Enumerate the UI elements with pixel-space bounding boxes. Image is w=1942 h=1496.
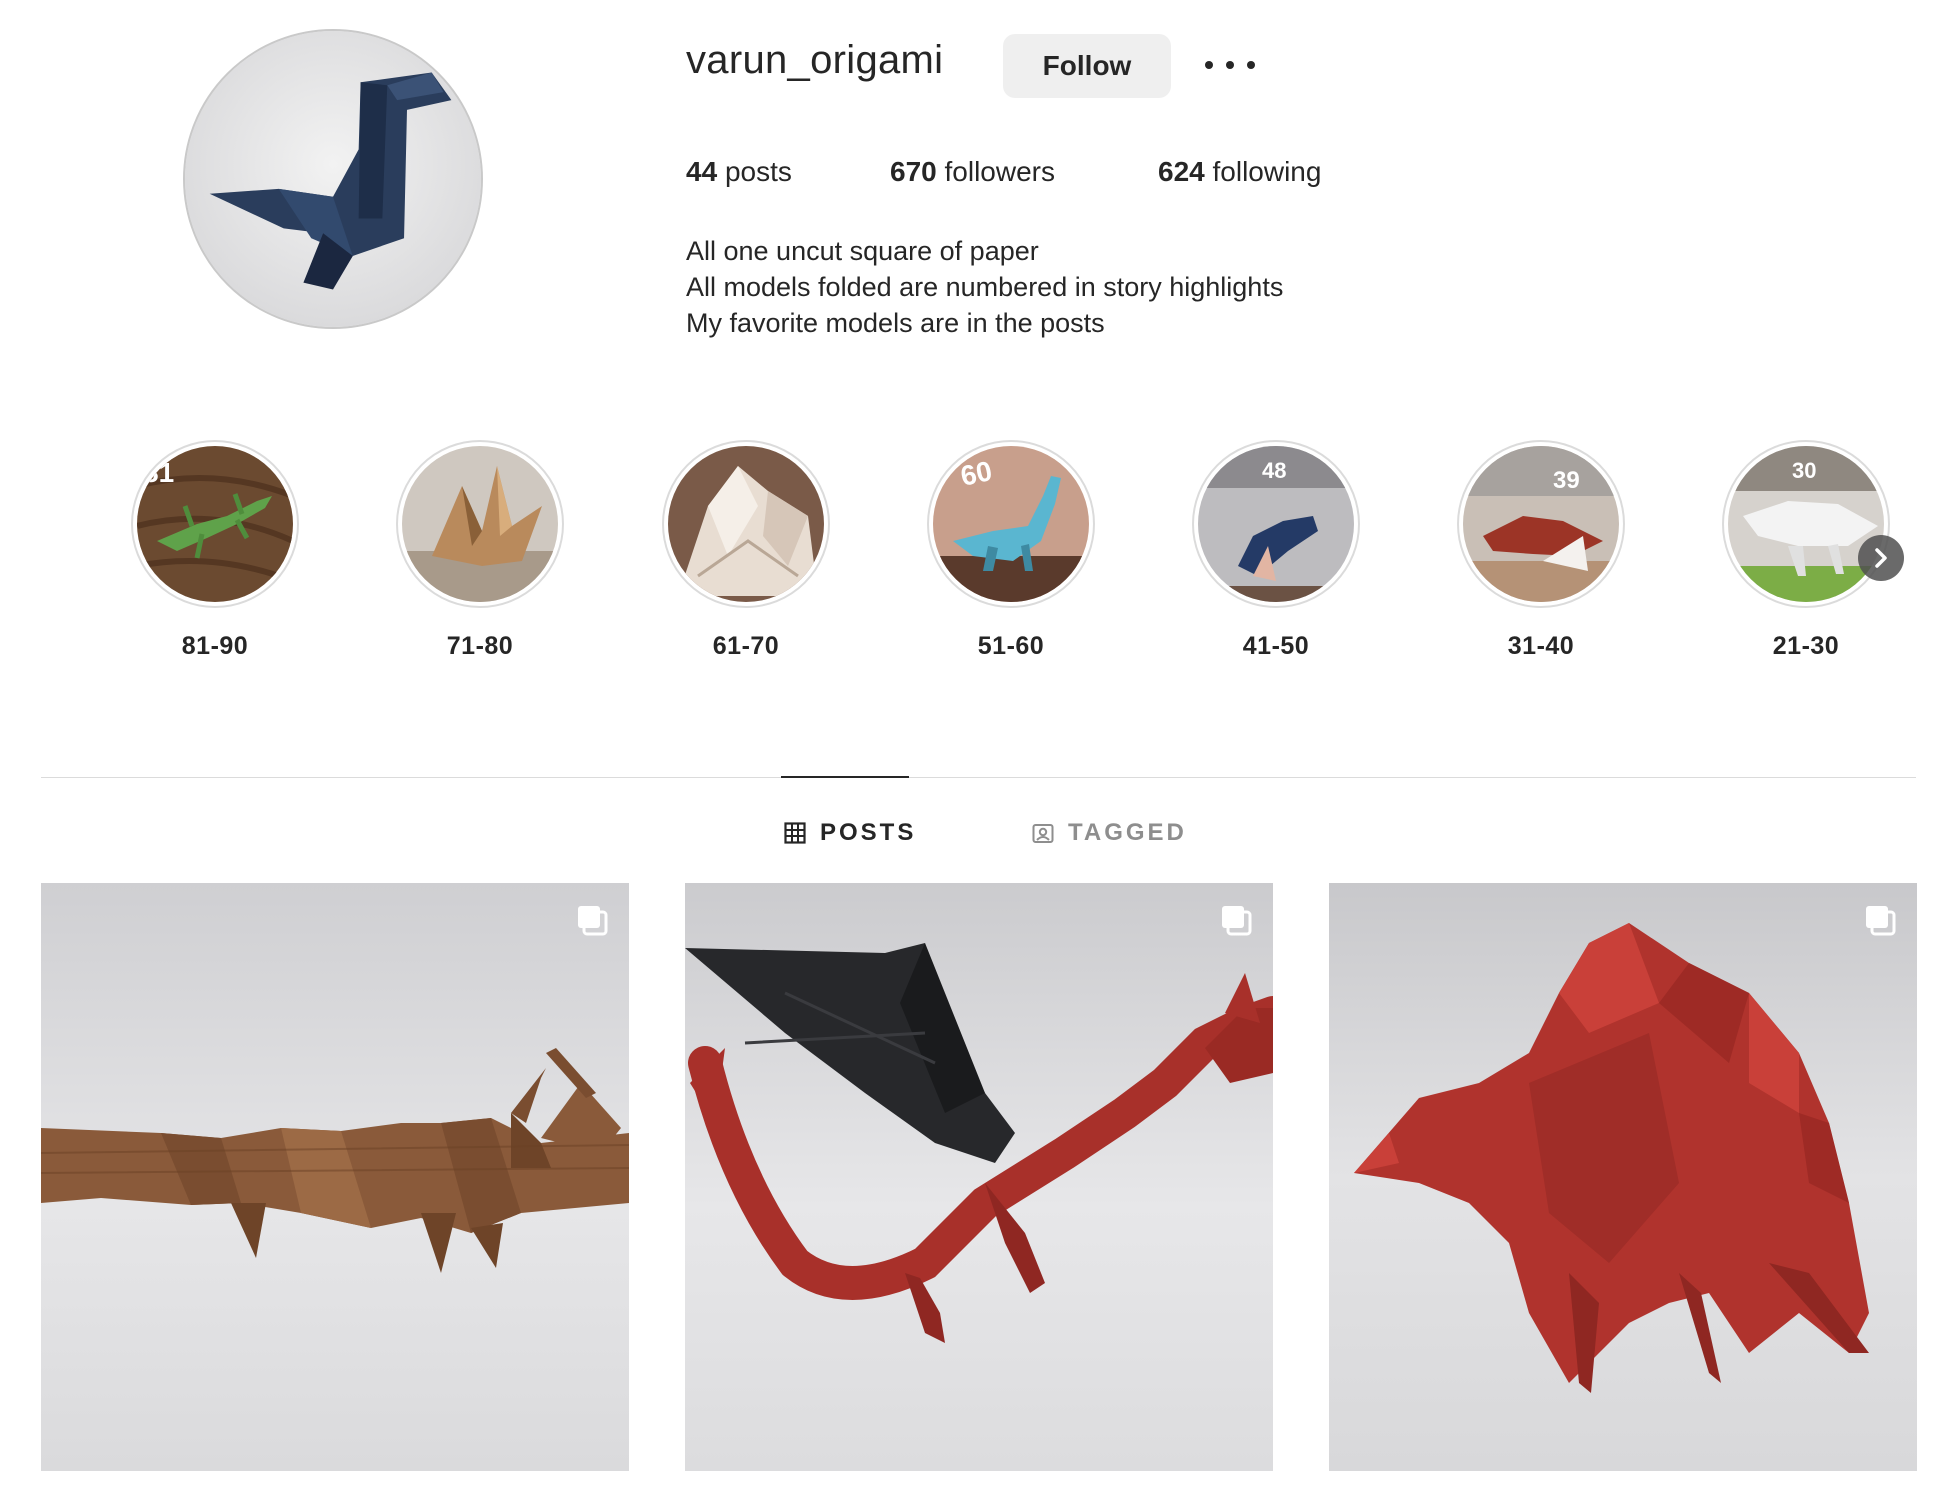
follow-button[interactable]: Follow <box>1003 34 1171 98</box>
post-image-brown-dragon <box>41 883 629 1471</box>
profile-avatar[interactable] <box>183 29 483 329</box>
post-image-red-stegosaurus <box>1329 883 1917 1471</box>
following-label: following <box>1212 156 1322 187</box>
tab-posts-label: POSTS <box>820 819 917 846</box>
carousel-icon <box>1866 906 1896 936</box>
highlight-61-70[interactable]: 61-70 <box>660 440 832 661</box>
post-thumbnail[interactable] <box>685 883 1273 1471</box>
highlight-label: 41-50 <box>1242 632 1310 660</box>
highlight-label: 61-70 <box>712 632 780 660</box>
avatar-image <box>185 31 481 327</box>
profile-username: varun_origami <box>686 38 944 82</box>
highlight-label: 31-40 <box>1507 632 1575 660</box>
highlight-badge: 60 <box>958 455 995 492</box>
post-image-red-dragon <box>685 883 1273 1471</box>
followers-label: followers <box>944 156 1055 187</box>
posts-count-stat[interactable]: 44 posts <box>686 156 792 188</box>
bio-line: All models folded are numbered in story … <box>686 272 1284 302</box>
tab-tagged[interactable]: TAGGED <box>1032 818 1187 848</box>
highlight-badge: 81 <box>143 457 174 488</box>
bio-line: My favorite models are in the posts <box>686 308 1105 338</box>
tabs-divider <box>41 777 1916 778</box>
tagged-user-icon <box>1032 824 1054 843</box>
carousel-icon <box>1222 906 1252 936</box>
highlight-badge: 30 <box>1792 458 1816 483</box>
highlight-thumbnail: 39 <box>1463 446 1619 602</box>
highlight-label: 21-30 <box>1772 632 1840 660</box>
grid-icon <box>784 822 806 844</box>
more-options-icon[interactable] <box>1205 48 1255 82</box>
highlight-badge: 39 <box>1553 467 1580 494</box>
highlights-next-arrow-icon[interactable] <box>1858 535 1904 581</box>
active-tab-indicator <box>781 776 909 778</box>
posts-label: posts <box>724 156 792 187</box>
highlight-31-40[interactable]: 39 31-40 <box>1455 440 1627 661</box>
highlight-41-50[interactable]: 48 41-50 <box>1190 440 1362 661</box>
carousel-icon <box>578 906 608 936</box>
highlight-thumbnail: 30 <box>1728 446 1884 602</box>
highlight-81-90[interactable]: 81 81-90 <box>129 440 301 661</box>
highlight-thumbnail <box>402 446 558 602</box>
followers-stat[interactable]: 670 followers <box>890 156 1055 188</box>
following-stat[interactable]: 624 following <box>1158 156 1321 188</box>
followers-count: 670 <box>890 156 937 187</box>
post-thumbnail[interactable] <box>1329 883 1917 1471</box>
highlight-label: 81-90 <box>181 632 249 660</box>
posts-count: 44 <box>686 156 718 187</box>
post-thumbnail[interactable] <box>41 883 629 1471</box>
tab-tagged-label: TAGGED <box>1068 819 1187 846</box>
tab-posts[interactable]: POSTS <box>784 818 916 848</box>
highlight-thumbnail: 48 <box>1198 446 1354 602</box>
highlight-71-80[interactable]: 71-80 <box>394 440 566 661</box>
highlight-thumbnail <box>668 446 824 602</box>
profile-bio: All one uncut square of paper All models… <box>686 233 1283 341</box>
highlight-badge: 48 <box>1262 458 1286 483</box>
bio-line: All one uncut square of paper <box>686 236 1039 266</box>
highlight-label: 71-80 <box>446 632 514 660</box>
highlight-label: 51-60 <box>977 632 1045 660</box>
highlight-51-60[interactable]: 60 51-60 <box>925 440 1097 661</box>
highlight-thumbnail: 81 <box>137 446 293 602</box>
following-count: 624 <box>1158 156 1205 187</box>
highlight-thumbnail: 60 <box>933 446 1089 602</box>
